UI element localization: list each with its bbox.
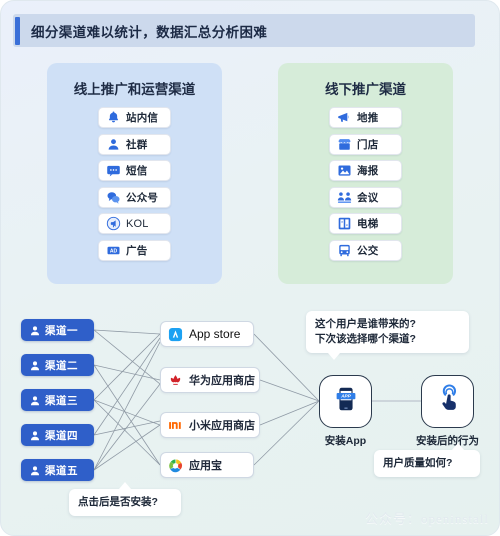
banner-accent-bar — [15, 16, 20, 45]
flow-channel-label: 渠道一 — [45, 324, 78, 337]
store-tencent-myapp[interactable]: 应用宝 — [160, 452, 254, 478]
flow-channel-label: 渠道五 — [45, 464, 78, 477]
chip-label: KOL — [126, 217, 149, 230]
channel-chip-zhanneixin[interactable]: 站内信 — [98, 107, 171, 128]
node-post-install-behaviour[interactable] — [421, 375, 474, 428]
store-label: 应用宝 — [189, 460, 222, 472]
bubble-attribution-question: 这个用户是谁带来的? 下次该选择哪个渠道? — [306, 311, 469, 360]
channel-chip-ditui[interactable]: 地推 — [329, 107, 402, 128]
conference-icon — [337, 190, 352, 205]
huawei-appgallery-icon — [168, 373, 183, 388]
bubble-tail — [119, 482, 131, 489]
channel-chip-dianti[interactable]: 电梯 — [329, 213, 402, 234]
flow-channel-1[interactable]: 渠道一 — [21, 319, 94, 341]
banner: 细分渠道难以统计，数据汇总分析困难 — [13, 14, 475, 47]
flow-channel-2[interactable]: 渠道二 — [21, 354, 94, 376]
flow-channel-label: 渠道三 — [45, 394, 78, 407]
flow-channel-5[interactable]: 渠道五 — [21, 459, 94, 481]
chip-label: 社群 — [126, 138, 148, 151]
chip-label: 海报 — [357, 165, 379, 177]
node-install-app-label: 安装App — [324, 435, 367, 447]
store-app-store[interactable]: App store — [160, 321, 254, 347]
xiaomi-mi-store-icon — [168, 418, 183, 433]
svg-text:AD: AD — [110, 248, 118, 254]
channel-chip-kol[interactable]: KOL — [98, 213, 171, 234]
chip-label: 门店 — [357, 138, 379, 151]
chip-label: 广告 — [126, 244, 148, 257]
tap-hand-icon — [433, 384, 463, 419]
chip-label: 公交 — [357, 244, 379, 257]
chip-label: 短信 — [126, 165, 148, 177]
attribution-flow: 渠道一 渠道二 渠道三 渠道四 渠道五 App store 华为应用商店 小米应… — [1, 297, 499, 535]
install-app-phone-icon: APP — [331, 384, 361, 419]
user-icon — [29, 429, 41, 441]
sms-message-icon — [106, 163, 121, 178]
bubble-tail — [328, 353, 340, 360]
chip-label: 会议 — [357, 191, 379, 204]
bubble-install-question: 点击后是否安装? — [69, 482, 181, 516]
user-icon — [29, 359, 41, 371]
bubble-line: 用户质量如何? — [383, 457, 453, 469]
chip-label: 公众号 — [126, 191, 159, 204]
user-icon — [29, 464, 41, 476]
kol-megaphone-icon — [106, 216, 121, 231]
bubble-line: 下次该选择哪个渠道? — [315, 333, 416, 345]
store-label: App store — [189, 327, 241, 341]
infographic-canvas: 细分渠道难以统计，数据汇总分析困难 线上推广和运营渠道 站内信 社群 短信 公众… — [0, 0, 500, 536]
channel-chip-mendian[interactable]: 门店 — [329, 133, 402, 155]
poster-image-icon — [337, 163, 352, 178]
bubble-line: 这个用户是谁带来的? — [315, 318, 416, 330]
flow-channel-label: 渠道四 — [45, 429, 78, 442]
chip-label: 地推 — [357, 112, 379, 124]
user-group-icon — [106, 137, 121, 152]
channel-chip-gongzhonghao[interactable]: 公众号 — [98, 186, 171, 208]
offline-channel-group: 线下推广渠道 地推 门店 海报 会议 电梯 公交 — [278, 63, 453, 284]
online-group-title: 线上推广和运营渠道 — [73, 82, 196, 97]
online-channel-group: 线上推广和运营渠道 站内信 社群 短信 公众号 KOL AD 广告 — [47, 63, 222, 284]
channel-chip-haibao[interactable]: 海报 — [329, 160, 402, 181]
chip-label: 电梯 — [357, 218, 379, 230]
app-store-icon — [168, 327, 183, 342]
bubble-line: 点击后是否安装? — [78, 496, 158, 508]
store-label: 小米应用商店 — [189, 420, 255, 432]
storefront-icon — [337, 137, 352, 152]
store-label: 华为应用商店 — [189, 375, 255, 387]
node-post-install-behaviour-label: 安装后的行为 — [416, 435, 479, 447]
svg-text:APP: APP — [340, 394, 351, 399]
channel-chip-shequn[interactable]: 社群 — [98, 133, 171, 155]
watermark: 公众号：openinstall — [364, 511, 489, 526]
user-icon — [29, 324, 41, 336]
channel-chip-huiyi[interactable]: 会议 — [329, 186, 402, 208]
megaphone-icon — [337, 110, 352, 125]
bubble-tail — [452, 443, 464, 450]
store-xiaomi-market[interactable]: 小米应用商店 — [160, 412, 260, 438]
elevator-icon — [337, 216, 352, 231]
user-icon — [29, 394, 41, 406]
channel-chip-gongjiao[interactable]: 公交 — [329, 239, 402, 261]
offline-group-title: 线下推广渠道 — [325, 82, 406, 97]
bubble-quality-question: 用户质量如何? — [374, 443, 480, 477]
flow-channel-label: 渠道二 — [45, 359, 78, 372]
tencent-myapp-icon — [168, 458, 183, 473]
bell-icon — [106, 110, 121, 125]
wechat-official-account-icon — [106, 190, 121, 205]
flow-channel-4[interactable]: 渠道四 — [21, 424, 94, 446]
flow-channel-3[interactable]: 渠道三 — [21, 389, 94, 411]
store-huawei-appgallery[interactable]: 华为应用商店 — [160, 367, 260, 393]
banner-title: 细分渠道难以统计，数据汇总分析困难 — [31, 24, 268, 40]
bus-icon — [337, 243, 352, 258]
channel-chip-duanxin[interactable]: 短信 — [98, 160, 171, 181]
ad-banner-icon: AD — [106, 243, 121, 258]
channel-chip-guanggao[interactable]: AD 广告 — [98, 239, 171, 261]
chip-label: 站内信 — [126, 112, 159, 124]
node-install-app[interactable]: APP — [319, 375, 372, 428]
